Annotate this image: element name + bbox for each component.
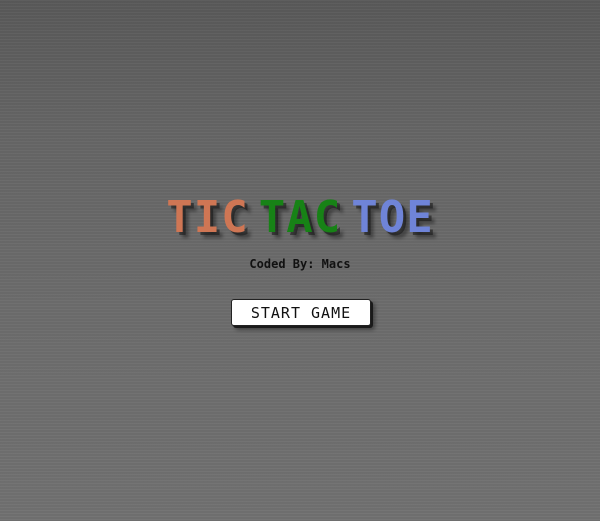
title-word-tac: TAC [258,192,342,243]
title-word-tic: TIC [166,192,249,243]
start-game-button[interactable]: START GAME [231,299,371,326]
title-word-toe: TOE [351,192,434,243]
title-screen: TIC TAC TOE Coded By: Macs START GAME [0,0,600,521]
game-title: TIC TAC TOE [0,192,600,244]
author-credit: Coded By: Macs [249,257,351,271]
